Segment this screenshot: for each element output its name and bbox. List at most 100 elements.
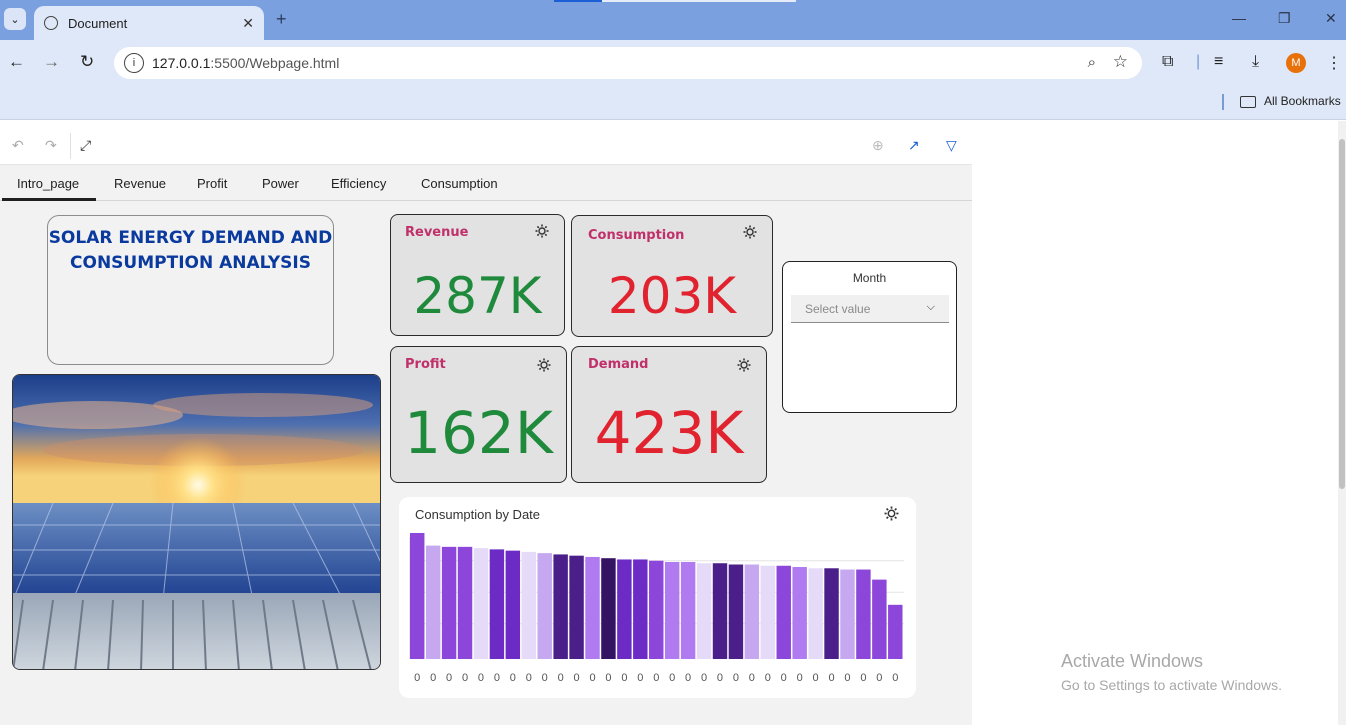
- gear-icon[interactable]: [737, 358, 751, 372]
- chart-bar[interactable]: [633, 559, 648, 659]
- chart-bar[interactable]: [505, 550, 521, 659]
- kpi-card-revenue[interactable]: Revenue 287K: [390, 214, 565, 336]
- chart-bar[interactable]: [601, 558, 616, 659]
- chart-bar[interactable]: [744, 564, 760, 660]
- x-tick-label: 0: [781, 672, 787, 684]
- page-scrollbar[interactable]: [1338, 121, 1346, 725]
- restore-button[interactable]: ❐: [1278, 10, 1291, 27]
- activate-windows-subtitle: Go to Settings to activate Windows.: [1061, 677, 1282, 693]
- chart-bar[interactable]: [808, 568, 823, 659]
- tab-power[interactable]: Power: [262, 176, 299, 191]
- bookmark-star-icon[interactable]: ☆: [1113, 52, 1128, 72]
- chart-bar[interactable]: [840, 569, 855, 659]
- chart-bar[interactable]: [728, 564, 744, 660]
- x-tick-label: 0: [478, 672, 484, 684]
- kpi-card-demand[interactable]: Demand 423K: [571, 346, 767, 483]
- analytics-icon[interactable]: ↗: [908, 137, 920, 154]
- all-bookmarks-link[interactable]: All Bookmarks: [1264, 94, 1341, 108]
- kpi-card-profit[interactable]: Profit 162K: [390, 346, 567, 483]
- profile-avatar[interactable]: M: [1286, 53, 1306, 73]
- download-icon[interactable]: ⤓: [1252, 53, 1259, 71]
- minimize-button[interactable]: —: [1232, 10, 1246, 26]
- slicer-title: Month: [852, 271, 887, 285]
- chart-bar[interactable]: [776, 565, 791, 659]
- gear-icon[interactable]: [743, 225, 757, 239]
- filter-icon[interactable]: ▽: [946, 137, 957, 154]
- x-tick-label: 0: [892, 672, 898, 684]
- chart-bar[interactable]: [888, 604, 903, 659]
- back-button[interactable]: ←: [8, 52, 25, 72]
- url-text: 127.0.0.1:5500/Webpage.html: [152, 55, 340, 71]
- globe-icon: [44, 16, 58, 30]
- x-tick-label: 0: [749, 672, 755, 684]
- gear-icon[interactable]: [884, 506, 899, 521]
- chart-bar[interactable]: [696, 563, 712, 659]
- chart-bar[interactable]: [441, 546, 457, 659]
- kpi-card-consumption[interactable]: Consumption 203K: [571, 215, 773, 337]
- chart-bar[interactable]: [760, 565, 776, 659]
- report-title-line1: SOLAR ENERGY DEMAND AND: [48, 228, 333, 248]
- load-indicator: [554, 0, 602, 2]
- report-page-tabs: Intro_page Revenue Profit Power Efficien…: [0, 165, 972, 201]
- chart-bar[interactable]: [457, 546, 473, 659]
- extensions-icon[interactable]: ⧉: [1162, 53, 1173, 71]
- web-page: ↶ ↷ ⤢ ⊕ ↗ ▽ Intro_page Revenue Profit Po…: [0, 121, 1346, 725]
- chart-bar[interactable]: [521, 551, 536, 659]
- chart-bar[interactable]: [489, 549, 505, 659]
- chart-bar[interactable]: [712, 563, 728, 659]
- chart-bar[interactable]: [425, 545, 441, 659]
- tab-intro-page[interactable]: Intro_page: [17, 176, 79, 191]
- media-control-icon[interactable]: ≡: [1214, 53, 1223, 71]
- zoom-icon[interactable]: ⌕: [1088, 54, 1096, 71]
- folder-icon: [1240, 96, 1256, 108]
- chart-bar[interactable]: [410, 533, 425, 659]
- tab-profit[interactable]: Profit: [197, 176, 227, 191]
- chart-bar[interactable]: [617, 559, 632, 659]
- chart-bar[interactable]: [824, 568, 839, 659]
- consumption-by-date-chart[interactable]: 0000000000000000000000000000000 Consumpt…: [399, 497, 916, 698]
- chart-bar[interactable]: [473, 548, 489, 659]
- browser-tab[interactable]: Document ✕: [34, 6, 264, 40]
- gear-icon[interactable]: [535, 224, 549, 238]
- redo-icon[interactable]: ↷: [45, 137, 57, 154]
- chart-bar[interactable]: [585, 556, 600, 659]
- kpi-value-demand: 423K: [594, 399, 744, 467]
- tab-efficiency[interactable]: Efficiency: [331, 176, 386, 191]
- chart-bar[interactable]: [569, 555, 584, 659]
- x-tick-label: 0: [844, 672, 850, 684]
- close-tab-icon[interactable]: ✕: [242, 15, 254, 32]
- x-tick-label: 0: [494, 672, 500, 684]
- x-tick-label: 0: [558, 672, 564, 684]
- chart-bar[interactable]: [856, 569, 871, 659]
- x-tick-label: 0: [621, 672, 627, 684]
- chart-bar[interactable]: [537, 553, 552, 659]
- x-tick-label: 0: [653, 672, 659, 684]
- tab-consumption[interactable]: Consumption: [421, 176, 498, 191]
- chart-bar[interactable]: [553, 554, 568, 659]
- new-tab-button[interactable]: +: [276, 9, 287, 30]
- scrollbar-thumb[interactable]: [1339, 139, 1345, 489]
- zoom-in-icon[interactable]: ⊕: [872, 137, 884, 154]
- chart-bar[interactable]: [872, 579, 887, 659]
- solar-panel-image: [12, 374, 381, 670]
- close-window-button[interactable]: ✕: [1325, 10, 1337, 27]
- site-info-icon[interactable]: i: [124, 53, 144, 73]
- tab-revenue[interactable]: Revenue: [114, 176, 166, 191]
- gear-icon[interactable]: [537, 358, 551, 372]
- undo-icon[interactable]: ↶: [12, 137, 24, 154]
- chart-bar[interactable]: [664, 561, 680, 659]
- tab-search-button[interactable]: ⌄: [4, 8, 26, 30]
- chart-bar[interactable]: [680, 561, 696, 659]
- month-select[interactable]: Select value ⌵: [791, 295, 949, 323]
- address-bar[interactable]: i 127.0.0.1:5500/Webpage.html ⌕ ☆: [114, 47, 1142, 79]
- forward-button[interactable]: →: [43, 52, 60, 72]
- chart-bar[interactable]: [792, 567, 807, 659]
- active-tab-indicator: [2, 198, 96, 201]
- reload-button[interactable]: ↻: [80, 52, 94, 72]
- fullscreen-icon[interactable]: ⤢: [80, 137, 91, 154]
- tab-title: Document: [68, 15, 128, 31]
- kpi-value-profit: 162K: [404, 399, 553, 467]
- menu-icon[interactable]: ⋮: [1326, 53, 1342, 73]
- chart-bar[interactable]: [649, 560, 664, 659]
- select-placeholder: Select value: [805, 302, 871, 316]
